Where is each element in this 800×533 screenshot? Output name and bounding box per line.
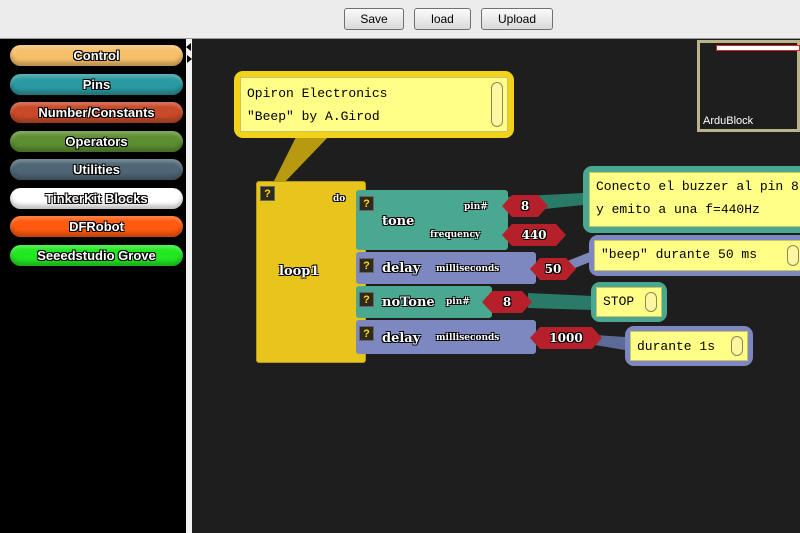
notone-pin-value[interactable]: 8 (482, 291, 532, 313)
frequency-label: frequency (430, 230, 481, 240)
comment-scrollbar[interactable] (491, 82, 503, 127)
minimap-label: ArduBlock (703, 115, 754, 127)
help-icon[interactable]: ? (260, 186, 275, 201)
milliseconds-label: milliseconds (436, 333, 500, 343)
header-comment-link (272, 135, 330, 185)
notone-comment-text: STOP (603, 294, 635, 309)
notone-comment-link (528, 293, 593, 310)
minimap[interactable]: ArduBlock (697, 40, 800, 132)
header-comment[interactable]: Opiron Electronics "Beep" by A.Girod (234, 71, 514, 138)
tone-block[interactable]: ? tone pin# frequency (356, 190, 508, 250)
delay1-comment[interactable]: "beep" durante 50 ms (589, 235, 800, 276)
do-label: do (333, 194, 346, 204)
tone-comment-text: Conecto el buzzer al pin 8 y emito a una… (596, 179, 799, 217)
help-icon[interactable]: ? (359, 326, 374, 341)
loop-block[interactable]: ? do loop1 (256, 181, 366, 363)
comment-scrollbar[interactable] (645, 292, 657, 312)
delay-name: delay (382, 331, 421, 346)
comment-scrollbar[interactable] (731, 336, 743, 356)
tone-name: tone (382, 214, 415, 229)
delay-block-2[interactable]: ? delay milliseconds (356, 320, 536, 354)
comment-scrollbar[interactable] (787, 245, 799, 266)
tone-frequency-value[interactable]: 440 (502, 224, 566, 246)
delay2-comment-text: durante 1s (637, 339, 716, 354)
notone-block[interactable]: ? noTone pin# (356, 286, 492, 318)
milliseconds-label: milliseconds (436, 264, 500, 274)
minimap-viewport[interactable] (716, 45, 800, 51)
help-icon[interactable]: ? (359, 292, 374, 307)
pin-label: pin# (464, 202, 488, 212)
delay-block-1[interactable]: ? delay milliseconds (356, 252, 536, 284)
notone-comment[interactable]: STOP (591, 282, 667, 322)
tone-comment[interactable]: Conecto el buzzer al pin 8 y emito a una… (583, 166, 800, 233)
notone-name: noTone (382, 295, 435, 310)
header-comment-text: Opiron Electronics "Beep" by A.Girod (247, 86, 388, 124)
delay-name: delay (382, 261, 421, 276)
loop-name: loop1 (279, 264, 320, 279)
delay2-comment[interactable]: durante 1s (625, 326, 753, 366)
delay1-comment-text: "beep" durante 50 ms (601, 247, 758, 262)
delay2-value[interactable]: 1000 (530, 327, 602, 349)
help-icon[interactable]: ? (359, 258, 374, 273)
pin-label: pin# (446, 297, 470, 307)
help-icon[interactable]: ? (359, 196, 374, 211)
